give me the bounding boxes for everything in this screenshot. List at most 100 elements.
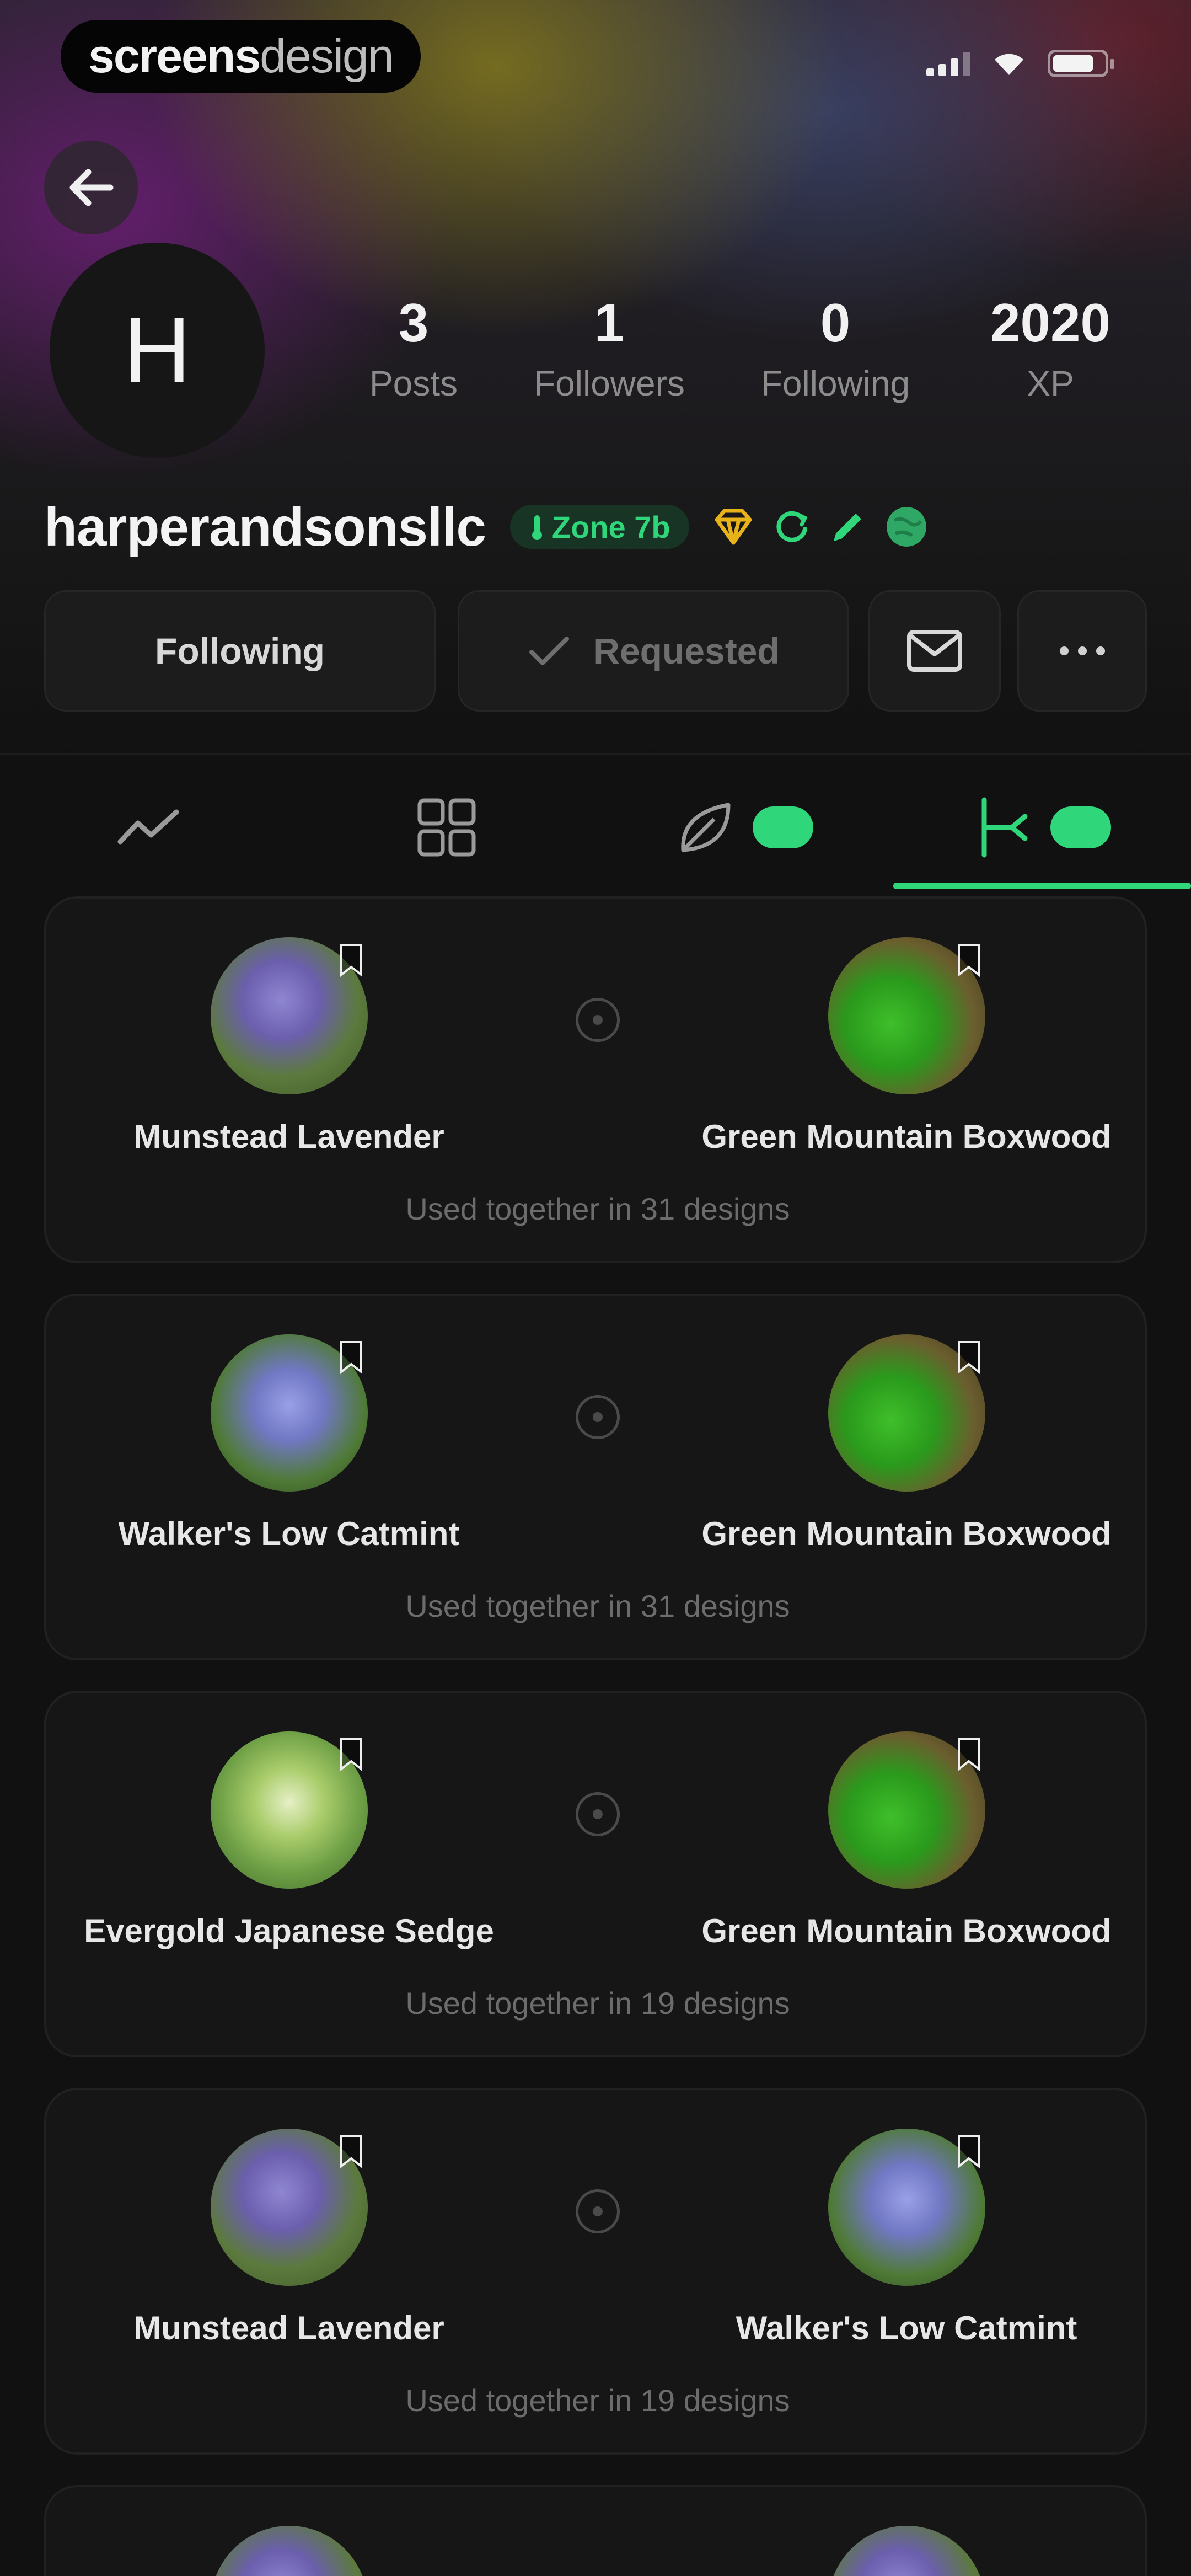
plant-right[interactable]: Green Mountain Boxwood [664,937,1149,1156]
plant-name: Munstead Lavender [133,2310,444,2347]
pairing-card[interactable]: Munstead Lavender Walker's Low Catmint U… [44,2088,1147,2455]
stat-label: Following [760,364,910,403]
stat-label: XP [1027,364,1074,403]
stat-followers[interactable]: 1 Followers [516,292,703,404]
stat-following[interactable]: 0 Following [742,292,929,404]
plant-name: Evergold Japanese Sedge [84,1912,494,1949]
tab-combos[interactable] [893,761,1191,894]
wifi-icon [995,54,1023,75]
plant-name: Walker's Low Catmint [736,2310,1077,2347]
plus-icon [576,1395,620,1439]
screensdesign-watermark: screens design [61,20,421,93]
pairing-card[interactable]: Evergold Japanese Sedge Green Mountain B… [44,1691,1147,2057]
plus-icon [576,998,620,1042]
grid-icon [417,798,476,857]
status-bar [926,50,1114,77]
plant-photo [828,937,985,1094]
plant-photo [828,2129,985,2286]
bookmark-icon[interactable] [957,2134,981,2168]
plant-photo [828,1731,985,1889]
plant-name: Munstead Lavender [133,1118,444,1155]
avatar-initial: H [123,298,191,403]
pairing-card[interactable]: Walker's Low Catmint Green Mountain Boxw… [44,1294,1147,1660]
stat-value: 1 [594,292,625,353]
plants-count-badge [753,806,813,848]
username: harperandsonsllc [44,496,486,557]
plant-right[interactable]: Walker's Low Catmint [664,2129,1149,2347]
profile-actions: Following Requested [44,590,1147,712]
active-tab-indicator [893,883,1191,889]
arrow-left-icon [69,169,114,206]
avatar: H [50,243,265,458]
usage-count: Used together in 19 designs [405,1986,790,2021]
stat-label: Followers [534,364,685,403]
stat-value: 0 [820,292,851,353]
profile-screen: screens design H 3 Posts 1 Followers 0 Fo… [0,0,1191,2576]
stat-value: 3 [398,292,429,353]
watermark-bold: screens [88,29,261,83]
thermometer-icon [532,515,542,540]
plant-right[interactable]: Green Mountain Boxwood [664,1334,1149,1553]
requested-button-label: Requested [593,630,780,671]
plant-photo [828,2526,985,2576]
watermark-light: design [260,29,394,83]
zone-badge-label: Zone 7b [551,509,670,544]
back-button[interactable] [44,141,138,234]
plant-photo [210,1334,368,1492]
stat-posts[interactable]: 3 Posts [320,292,507,404]
message-button[interactable] [868,590,1001,712]
usage-count: Used together in 19 designs [405,2383,790,2418]
mail-icon [907,630,962,672]
pairing-card[interactable]: Munstead Lavender Green Mountain Boxwood… [44,896,1147,1263]
bookmark-icon[interactable] [339,1340,363,1374]
requested-button[interactable]: Requested [458,590,849,712]
branch-combo-icon [981,797,1028,858]
header-divider [0,753,1191,755]
more-dots-icon [1059,646,1105,655]
pencil-badge-icon[interactable] [828,507,868,547]
plant-photo [828,1334,985,1492]
activity-chart-icon [117,809,179,845]
plant-photo [210,2129,368,2286]
plant-left[interactable]: Munstead Lavender [46,2129,532,2347]
plant-photo [210,1731,368,1889]
battery-icon [1048,50,1114,77]
stat-xp[interactable]: 2020 XP [957,292,1144,404]
bookmark-icon[interactable] [957,1737,981,1771]
usage-count: Used together in 31 designs [405,1589,790,1623]
tab-plants[interactable] [596,761,893,894]
check-icon [529,637,570,665]
plant-name: Green Mountain Boxwood [701,1118,1112,1155]
refresh-badge-icon[interactable] [772,507,812,547]
plant-left[interactable] [46,2526,532,2576]
plus-icon [576,1792,620,1836]
plant-right[interactable]: Green Mountain Boxwood [664,1731,1149,1950]
tab-grid[interactable] [298,761,596,894]
tab-activity[interactable] [0,761,298,894]
plant-left[interactable]: Munstead Lavender [46,937,532,1156]
bookmark-icon[interactable] [339,943,363,977]
plant-name: Green Mountain Boxwood [701,1515,1112,1552]
plant-right[interactable] [664,2526,1149,2576]
pairing-card-partial[interactable] [44,2485,1147,2576]
bookmark-icon[interactable] [339,2134,363,2168]
combos-count-badge [1050,806,1111,848]
diamond-badge-icon[interactable] [711,507,755,546]
zone-badge[interactable]: Zone 7b [509,505,689,549]
bookmark-icon[interactable] [339,1737,363,1771]
leaf-icon [681,803,731,852]
following-button[interactable]: Following [44,590,436,712]
stat-value: 2020 [990,292,1110,353]
bookmark-icon[interactable] [957,943,981,977]
profile-tabs [0,761,1191,894]
bookmark-icon[interactable] [957,1340,981,1374]
plant-left[interactable]: Walker's Low Catmint [46,1334,532,1553]
signal-icon [926,51,970,76]
stat-label: Posts [369,364,458,403]
plant-left[interactable]: Evergold Japanese Sedge [46,1731,532,1950]
plus-icon [576,2189,620,2233]
more-options-button[interactable] [1017,590,1147,712]
plant-name: Walker's Low Catmint [118,1515,460,1552]
globe-badge-icon[interactable] [884,505,929,549]
plant-photo [210,2526,368,2576]
